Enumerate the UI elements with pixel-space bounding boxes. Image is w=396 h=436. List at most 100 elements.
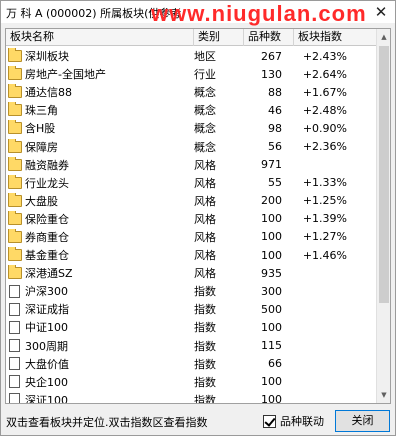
table-row[interactable]: 保险重仓 风格 100 +1.39% xyxy=(6,210,377,228)
table-row[interactable]: 深证成指 指数 500 xyxy=(6,300,377,318)
cell-category: 风格 xyxy=(194,267,216,281)
cell-count: 100 xyxy=(261,375,282,389)
folder-icon xyxy=(8,210,22,225)
sector-name: 保险重仓 xyxy=(25,212,69,226)
cell-name: 融资融券 xyxy=(6,156,194,173)
document-icon xyxy=(9,339,20,353)
folder-icon xyxy=(8,84,22,99)
table-row[interactable]: 300周期 指数 115 xyxy=(6,337,377,355)
cell-name: 深证100 xyxy=(6,392,194,404)
table-row[interactable]: 珠三角 概念 46 +2.48% xyxy=(6,101,377,119)
table-row[interactable]: 含H股 概念 98 +0.90% xyxy=(6,119,377,137)
checkbox-checked-icon[interactable] xyxy=(263,414,276,428)
cell-name: 含H股 xyxy=(6,120,194,136)
column-header-count[interactable]: 品种数 xyxy=(244,29,294,46)
cell-index: +1.46% xyxy=(302,248,347,262)
scroll-up-icon[interactable]: ▲ xyxy=(377,29,390,45)
sector-list[interactable]: 板块名称 类别 品种数 板块指数 深圳板块 地区 267 +2.43% 房地产-全国地产… xyxy=(5,28,391,404)
cell-category: 风格 xyxy=(194,176,216,190)
sector-name: 券商重仓 xyxy=(25,230,69,244)
cell-category: 概念 xyxy=(194,86,216,100)
table-row[interactable]: 大盘股 风格 200 +1.25% xyxy=(6,192,377,210)
cell-category: 指数 xyxy=(194,393,216,404)
cell-count: 935 xyxy=(261,266,282,280)
cell-index: +2.64% xyxy=(302,67,347,81)
table-row[interactable]: 深证100 指数 100 xyxy=(6,391,377,404)
cell-count: 98 xyxy=(268,121,282,135)
sector-name: 珠三角 xyxy=(25,104,58,118)
table-row[interactable]: 通达信88 概念 88 +1.67% xyxy=(6,83,377,101)
sector-name: 沪深300 xyxy=(25,285,68,299)
cell-index: +1.39% xyxy=(302,212,347,226)
cell-name: 行业龙头 xyxy=(6,174,194,191)
table-row[interactable]: 中证100 指数 100 xyxy=(6,318,377,336)
table-row[interactable]: 基金重仓 风格 100 +1.46% xyxy=(6,246,377,264)
cell-name: 基金重仓 xyxy=(6,247,194,263)
table-row[interactable]: 行业龙头 风格 55 +1.33% xyxy=(6,174,377,192)
sector-name: 融资融券 xyxy=(25,158,69,172)
table-row[interactable]: 深圳板块 地区 267 +2.43% xyxy=(6,47,377,65)
column-header-category[interactable]: 类别 xyxy=(194,29,244,46)
cell-category: 指数 xyxy=(194,321,216,335)
table-row[interactable]: 保障房 概念 56 +2.36% xyxy=(6,137,377,155)
cell-index: +1.27% xyxy=(302,230,347,244)
status-hint: 双击查看板块并定位.双击指数区查看指数 xyxy=(6,416,208,429)
vertical-scrollbar[interactable]: ▲ ▼ xyxy=(376,29,390,403)
cell-count: 100 xyxy=(261,320,282,334)
sector-name: 央企100 xyxy=(25,375,68,389)
table-row[interactable]: 房地产-全国地产 行业 130 +2.64% xyxy=(6,65,377,83)
cell-category: 指数 xyxy=(194,285,216,299)
sector-name: 深圳板块 xyxy=(25,50,69,64)
cell-count: 100 xyxy=(261,212,282,226)
cell-count: 267 xyxy=(261,49,282,63)
sector-name: 深证100 xyxy=(25,393,68,404)
cell-category: 指数 xyxy=(194,303,216,317)
linkage-checkbox[interactable]: 品种联动 xyxy=(263,413,324,429)
cell-count: 56 xyxy=(268,140,282,154)
cell-count: 100 xyxy=(261,230,282,244)
folder-icon xyxy=(8,174,22,189)
table-row[interactable]: 沪深300 指数 300 xyxy=(6,282,377,300)
document-icon xyxy=(9,284,20,298)
cell-count: 130 xyxy=(261,67,282,81)
cell-count: 88 xyxy=(268,85,282,99)
folder-icon xyxy=(8,66,22,81)
cell-name: 房地产-全国地产 xyxy=(6,66,194,82)
document-icon xyxy=(9,393,20,403)
sector-name: 含H股 xyxy=(25,122,56,136)
table-row[interactable]: 深港通SZ 风格 935 xyxy=(6,264,377,282)
cell-count: 500 xyxy=(261,302,282,316)
cell-name: 券商重仓 xyxy=(6,228,194,245)
cell-category: 风格 xyxy=(194,230,216,244)
document-icon xyxy=(9,375,20,389)
table-row[interactable]: 央企100 指数 100 xyxy=(6,373,377,391)
sector-name: 300周期 xyxy=(25,339,68,353)
sector-dialog: 万 科 A (000002) 所属板块(供参考 www.niugulan.com… xyxy=(0,0,396,436)
document-icon xyxy=(9,302,20,316)
cell-index: +1.33% xyxy=(302,176,347,190)
cell-index: +2.48% xyxy=(302,103,347,117)
folder-icon xyxy=(8,265,22,280)
cell-name: 深证成指 xyxy=(6,301,194,317)
cell-name: 央企100 xyxy=(6,374,194,390)
folder-icon xyxy=(8,156,22,171)
sector-name: 深港通SZ xyxy=(25,267,73,281)
cell-index: +2.43% xyxy=(302,49,347,63)
table-row[interactable]: 融资融券 风格 971 xyxy=(6,156,377,174)
column-header-index[interactable]: 板块指数 xyxy=(294,29,377,46)
cell-index: +0.90% xyxy=(302,121,347,135)
folder-icon xyxy=(8,120,22,135)
table-row[interactable]: 大盘价值 指数 66 xyxy=(6,355,377,373)
scroll-thumb[interactable] xyxy=(379,46,389,303)
sector-name: 基金重仓 xyxy=(25,249,69,263)
cell-category: 概念 xyxy=(194,122,216,136)
table-row[interactable]: 券商重仓 风格 100 +1.27% xyxy=(6,228,377,246)
folder-icon xyxy=(8,102,22,117)
close-icon[interactable]: ✕ xyxy=(373,3,389,21)
cell-name: 大盘股 xyxy=(6,192,194,209)
scroll-down-icon[interactable]: ▼ xyxy=(377,387,390,403)
table-body: 深圳板块 地区 267 +2.43% 房地产-全国地产 行业 130 +2.64% 通达信88 概… xyxy=(6,47,377,404)
column-header-name[interactable]: 板块名称 xyxy=(6,29,194,46)
close-button[interactable]: 关闭 xyxy=(335,410,390,432)
sector-name: 通达信88 xyxy=(25,86,72,100)
